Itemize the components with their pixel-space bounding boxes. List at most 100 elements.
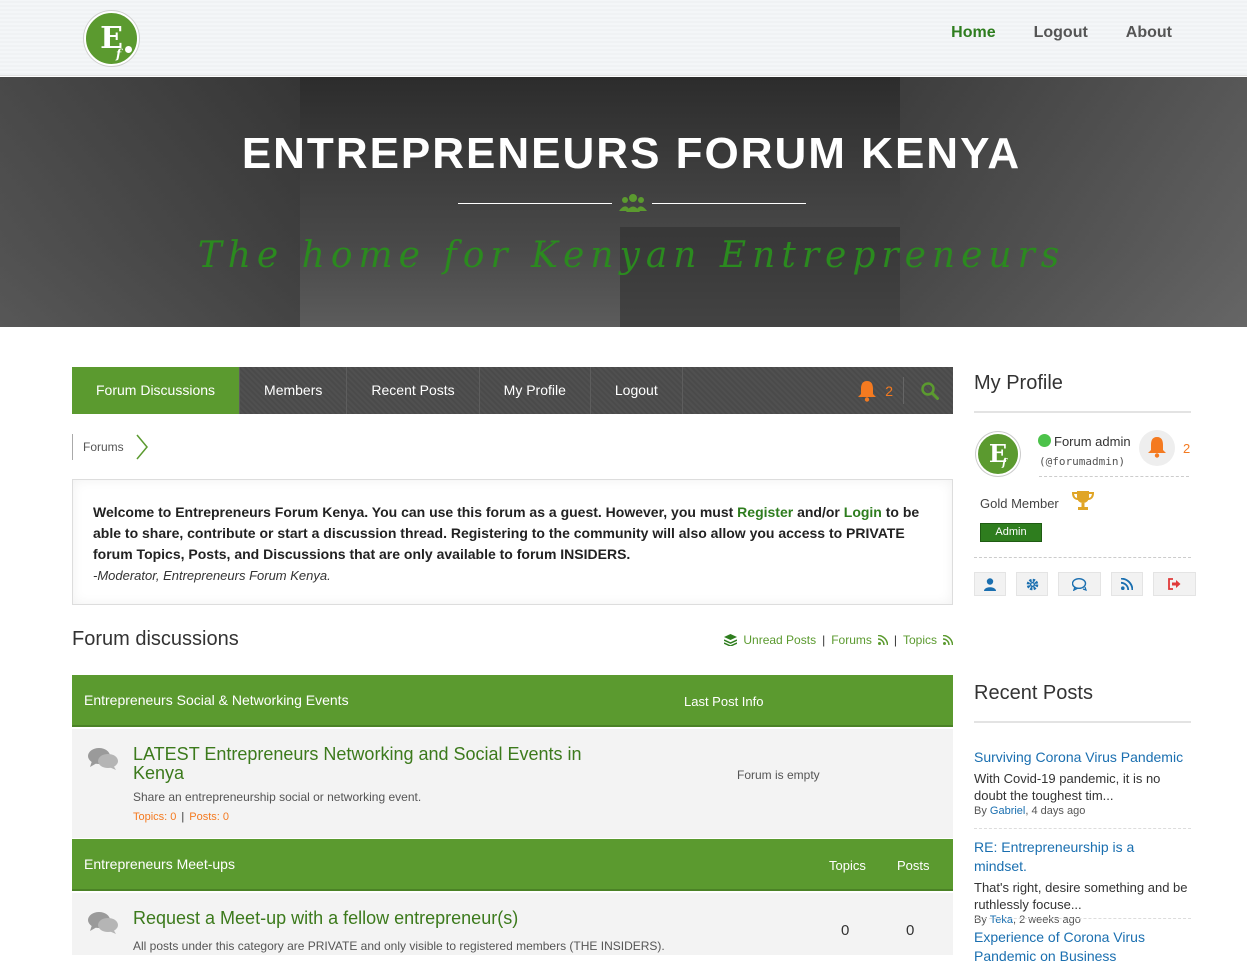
welcome-signature: -Moderator, Entrepreneurs Forum Kenya. [93,568,331,583]
hero-banner: ENTREPRENEURS FORUM KENYA The home for K… [0,77,1247,327]
search-icon[interactable] [921,382,939,400]
breadcrumb-forums[interactable]: Forums [72,434,136,460]
hero-title: ENTREPRENEURS FORUM KENYA [241,129,1022,178]
forum-title-link[interactable]: LATEST Entrepreneurs Networking and Soci… [133,745,603,783]
category-header: Entrepreneurs Meet-ups Topics Posts [72,839,953,891]
tab-recent-posts[interactable]: Recent Posts [347,367,480,414]
byline-prefix: By [974,914,990,926]
hero-bg-right [900,77,1247,327]
profile-divider [1039,476,1189,477]
welcome-text: Welcome to Entrepreneurs Forum Kenya. Yo… [93,502,932,565]
topics-feed-link[interactable]: Topics [903,633,937,647]
hero-bg-left [0,77,300,327]
messages-button[interactable] [1058,572,1101,596]
settings-button[interactable] [1016,572,1048,596]
link-separator: | [893,633,897,647]
nav-about[interactable]: About [1126,24,1172,42]
recent-post-title[interactable]: Surviving Corona Virus Pandemic [974,749,1183,765]
recent-post-title[interactable]: Experience of Corona Virus Pandemic on B… [974,929,1145,964]
recent-posts-rule [974,721,1191,723]
top-nav: Home Logout About [951,24,1172,42]
recent-post-item: Surviving Corona Virus Pandemic With Cov… [974,748,1191,817]
welcome-notice: Welcome to Entrepreneurs Forum Kenya. Yo… [72,479,953,605]
profile-notification-count: 2 [1183,441,1191,456]
topics-count: 0 [841,922,850,939]
forums-feed-link[interactable]: Forums [831,633,872,647]
nav-home[interactable]: Home [951,24,995,42]
register-link[interactable]: Register [737,504,793,520]
nav-logout[interactable]: Logout [1034,24,1088,42]
people-icon [619,194,647,212]
forum-description: Share an entrepreneurship social or netw… [133,790,422,804]
forum-topics-count: Topics: 0 [133,811,177,823]
profile-button[interactable] [974,572,1006,596]
unread-posts-link[interactable]: Unread Posts [743,633,816,647]
posts-count: 0 [906,922,915,939]
admin-badge: Admin [980,523,1042,542]
recent-post-byline: By Teka, 2 weeks ago [974,914,1191,926]
forum-row: Request a Meet-up with a fellow entrepre… [72,893,953,955]
byline-prefix: By [974,805,990,817]
welcome-text-2: and/or [793,504,844,520]
my-profile-heading: My Profile [974,372,1063,394]
sign-out-icon [1168,578,1181,590]
recent-post-time: , 2 weeks ago [1012,914,1081,926]
tab-forum-discussions[interactable]: Forum Discussions [72,367,241,414]
category-name[interactable]: Entrepreneurs Meet-ups [84,856,235,872]
stats-separator: | [181,811,185,823]
rss-icon [877,635,888,645]
tab-members[interactable]: Members [240,367,348,414]
logo-dot [125,46,132,53]
site-logo[interactable]: E f [84,11,139,66]
chat-bubbles-icon [88,748,118,770]
recent-post-excerpt: That's right, desire something and be ru… [974,880,1188,912]
column-last-post: Last Post Info [684,694,764,709]
category-name[interactable]: Entrepreneurs Social & Networking Events [84,692,349,708]
last-post-info: Forum is empty [737,768,820,782]
chevron-right-icon [136,434,148,460]
recent-post-author[interactable]: Teka [990,914,1013,926]
subscriptions-button[interactable] [1111,572,1143,596]
online-status-dot [1038,434,1051,447]
chat-bubbles-icon [88,912,118,934]
tab-logout[interactable]: Logout [591,367,683,414]
notifications-button[interactable]: 2 [857,367,893,414]
gear-icon [1026,578,1038,590]
login-link[interactable]: Login [844,504,882,520]
recent-post-title[interactable]: RE: Entrepreneurship is a mindset. [974,839,1134,874]
logo-sub-letter: f [116,47,122,61]
recent-post-time: , 4 days ago [1025,805,1086,817]
avatar[interactable]: E f [976,432,1020,476]
sign-out-button[interactable] [1153,572,1196,596]
bell-icon [858,380,877,402]
recent-post-byline: By Gabriel, 4 days ago [974,805,1191,817]
nav-separator [903,377,904,404]
forum-feed-links: Unread Posts | Forums | Topics [724,633,953,647]
forum-row: LATEST Entrepreneurs Networking and Soci… [72,729,953,838]
column-posts: Posts [897,858,930,873]
tab-my-profile[interactable]: My Profile [480,367,591,414]
member-rank: Gold Member [980,496,1059,511]
chat-icon [1071,577,1087,591]
layers-icon [724,634,738,646]
column-topics: Topics [829,858,866,873]
recent-post-item: Experience of Corona Virus Pandemic on B… [974,928,1191,966]
recent-post-author[interactable]: Gabriel [990,805,1025,817]
breadcrumb: Forums [72,434,148,460]
profile-actions-divider [974,557,1191,558]
forum-stats: Topics: 0 | Posts: 0 [133,811,229,823]
forum-title-link[interactable]: Request a Meet-up with a fellow entrepre… [133,909,518,928]
hero-divider-right [652,203,806,204]
user-icon [984,577,996,591]
avatar-sub-letter: f [1002,458,1007,469]
forum-posts-count: Posts: 0 [189,811,230,823]
forum-description: All posts under this category are PRIVAT… [133,939,665,953]
trophy-icon [1072,491,1094,510]
profile-name[interactable]: Forum admin [1054,434,1131,449]
recent-post-excerpt: With Covid-19 pandemic, it is no doubt t… [974,771,1161,803]
profile-notifications-button[interactable] [1139,430,1175,466]
bell-icon [1148,437,1166,458]
top-header: E f Home Logout About [0,0,1247,76]
recent-post-divider [974,918,1191,919]
link-separator: | [822,633,826,647]
